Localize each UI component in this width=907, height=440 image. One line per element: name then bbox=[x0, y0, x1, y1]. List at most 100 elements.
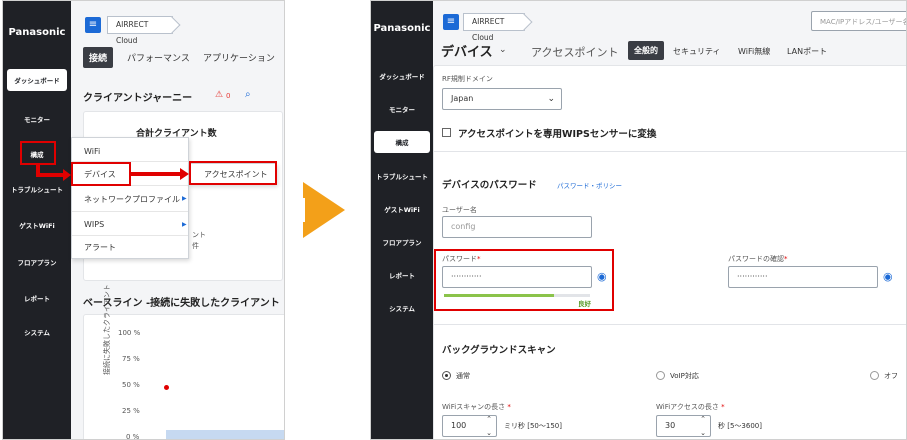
stepper-arrows-icon[interactable]: ⌃ ⌄ bbox=[700, 412, 706, 439]
rf-label: RF規制ドメイン bbox=[442, 75, 493, 83]
highlight-box bbox=[189, 161, 277, 185]
y-tick: 25 % bbox=[122, 407, 140, 415]
chevron-down-icon[interactable]: ⌄ bbox=[499, 45, 507, 55]
red-arrow-head bbox=[180, 168, 189, 180]
wifi-access-unit: 秒 [5〜3600] bbox=[718, 422, 762, 430]
section-title: クライアントジャーニー bbox=[83, 93, 193, 104]
menu-item-wips[interactable]: WIPS bbox=[72, 214, 188, 236]
tab-performance[interactable]: パフォーマンス bbox=[127, 51, 190, 64]
menu-item-network-profile[interactable]: ネットワークプロファイル bbox=[72, 188, 188, 212]
chevron-right-icon: ▶ bbox=[182, 221, 187, 228]
left-screenshot: Panasonic ダッシュボード モニター 構成 トラブルシュート ゲストWi… bbox=[2, 0, 285, 440]
transition-arrow bbox=[303, 182, 345, 238]
right-screenshot: Panasonic ダッシュボード モニター 構成 トラブルシュート ゲストWi… bbox=[370, 0, 907, 440]
wifi-scan-value: 100 bbox=[451, 421, 467, 430]
chevron-right-icon: ▶ bbox=[182, 195, 187, 202]
tab-general[interactable]: 全般的 bbox=[628, 41, 664, 60]
spacer bbox=[285, 198, 305, 222]
card-partial-text: 件 bbox=[192, 242, 199, 250]
search-icon[interactable]: ⌕ bbox=[245, 89, 251, 100]
chart-bar bbox=[166, 430, 284, 439]
stepper-arrows-icon[interactable]: ⌃ ⌄ bbox=[486, 412, 492, 439]
warning-count: 0 bbox=[226, 92, 231, 100]
sidebar-item-troubleshoot[interactable]: トラブルシュート bbox=[371, 171, 433, 181]
tab-lan-port[interactable]: LANポート bbox=[787, 46, 827, 57]
bg-scan-title: バックグラウンドスキャン bbox=[442, 345, 556, 356]
sidebar: Panasonic ダッシュボード モニター 構成 トラブルシュート ゲストWi… bbox=[371, 1, 433, 439]
y-tick: 75 % bbox=[122, 355, 140, 363]
sidebar-item-dashboard[interactable]: ダッシュボード bbox=[371, 71, 433, 81]
search-input[interactable]: MAC/IPアドレス/ユーザー名 bbox=[811, 11, 906, 31]
sidebar-item-troubleshoot[interactable]: トラブルシュート bbox=[3, 184, 71, 194]
radio-voip[interactable] bbox=[656, 371, 665, 380]
menu-icon[interactable]: ≡ bbox=[443, 14, 459, 30]
tab-wifi-radio[interactable]: WiFi無線 bbox=[738, 46, 770, 57]
sidebar-item-floorplan[interactable]: フロアプラン bbox=[371, 237, 433, 247]
wifi-scan-unit: ミリ秒 [50〜150] bbox=[504, 422, 562, 430]
chart-ylabel: 接続に失敗したクライアント bbox=[103, 284, 111, 375]
wips-checkbox[interactable] bbox=[442, 128, 451, 137]
tab-applications[interactable]: アプリケーション bbox=[203, 51, 275, 64]
highlight-box bbox=[71, 162, 131, 186]
wifi-access-value: 30 bbox=[665, 421, 676, 430]
menu-item-alert[interactable]: アラート bbox=[72, 238, 188, 258]
sidebar-item-system[interactable]: システム bbox=[371, 303, 433, 313]
wifi-access-stepper[interactable]: 30 ⌃ ⌄ bbox=[656, 415, 711, 437]
confirm-label: パスワードの確認* bbox=[728, 255, 788, 263]
tab-security[interactable]: セキュリティ bbox=[673, 46, 721, 57]
baseline-chart: 接続に失敗したクライアント 100 % 75 % 50 % 25 % 0 % bbox=[83, 284, 284, 440]
sidebar-item-report[interactable]: レポート bbox=[3, 293, 71, 303]
password-policy-link[interactable]: パスワード・ポリシー bbox=[557, 180, 622, 190]
breadcrumb[interactable]: AIRRECT Cloud bbox=[107, 16, 173, 45]
radio-label: オフ bbox=[884, 372, 898, 380]
y-tick: 100 % bbox=[118, 329, 141, 337]
highlight-box bbox=[20, 141, 56, 165]
menu-item-wifi[interactable]: WiFi bbox=[72, 142, 188, 162]
y-tick: 50 % bbox=[122, 381, 140, 389]
warning-icon: ⚠ bbox=[215, 90, 224, 100]
radio-label: VoIP対応 bbox=[670, 372, 699, 380]
sidebar-item-floorplan[interactable]: フロアプラン bbox=[3, 257, 71, 267]
chevron-down-icon: ⌄ bbox=[547, 94, 555, 104]
radio-off[interactable] bbox=[870, 371, 879, 380]
page-subtitle: アクセスポイント bbox=[531, 46, 619, 59]
username-label: ユーザー名 bbox=[442, 206, 477, 214]
radio-normal[interactable] bbox=[442, 371, 451, 380]
sidebar-item-config[interactable]: 構成 bbox=[374, 131, 430, 153]
page-title: デバイス bbox=[441, 45, 493, 60]
breadcrumb[interactable]: AIRRECT Cloud bbox=[463, 13, 525, 42]
wifi-scan-stepper[interactable]: 100 ⌃ ⌄ bbox=[442, 415, 497, 437]
sidebar-item-report[interactable]: レポート bbox=[371, 270, 433, 280]
highlight-box bbox=[434, 249, 614, 311]
config-dropdown-menu: WiFi デバイス ネットワークプロファイル ▶ WIPS ▶ アラート bbox=[71, 137, 189, 259]
wifi-access-label: WiFiアクセスの長さ * bbox=[656, 403, 725, 411]
red-arrow-head bbox=[63, 169, 71, 181]
sidebar-item-monitor[interactable]: モニター bbox=[371, 104, 433, 114]
card-partial-text: ント bbox=[192, 231, 206, 239]
rf-select[interactable]: Japan ⌄ bbox=[442, 88, 562, 110]
panasonic-logo: Panasonic bbox=[8, 27, 66, 38]
wifi-scan-label: WiFiスキャンの長さ * bbox=[442, 403, 511, 411]
sidebar-item-dashboard[interactable]: ダッシュボード bbox=[7, 69, 67, 91]
eye-icon[interactable]: ◉ bbox=[883, 270, 893, 283]
sidebar-item-guest-wifi[interactable]: ゲストWiFi bbox=[3, 220, 71, 230]
sidebar-item-monitor[interactable]: モニター bbox=[3, 114, 71, 124]
menu-icon[interactable]: ≡ bbox=[85, 17, 101, 33]
tab-connection[interactable]: 接続 bbox=[83, 47, 114, 68]
radio-label: 通常 bbox=[456, 372, 470, 380]
sidebar: Panasonic ダッシュボード モニター 構成 トラブルシュート ゲストWi… bbox=[3, 1, 71, 439]
username-input[interactable]: config bbox=[442, 216, 592, 238]
wips-checkbox-label: アクセスポイントを専用WIPSセンサーに変換 bbox=[458, 129, 657, 140]
red-arrow bbox=[36, 173, 64, 177]
panasonic-logo: Panasonic bbox=[373, 23, 431, 34]
baseline-title: ベースライン -接続に失敗したクライアント bbox=[83, 298, 280, 309]
divider bbox=[434, 151, 906, 152]
data-point bbox=[164, 385, 169, 390]
sidebar-item-system[interactable]: システム bbox=[3, 327, 71, 337]
y-tick: 0 % bbox=[126, 433, 140, 440]
sidebar-item-guest-wifi[interactable]: ゲストWiFi bbox=[371, 204, 433, 214]
password-section-title: デバイスのパスワード bbox=[442, 180, 537, 191]
confirm-password-input[interactable]: ············ bbox=[728, 266, 878, 288]
divider bbox=[434, 324, 906, 325]
red-arrow bbox=[131, 172, 181, 176]
